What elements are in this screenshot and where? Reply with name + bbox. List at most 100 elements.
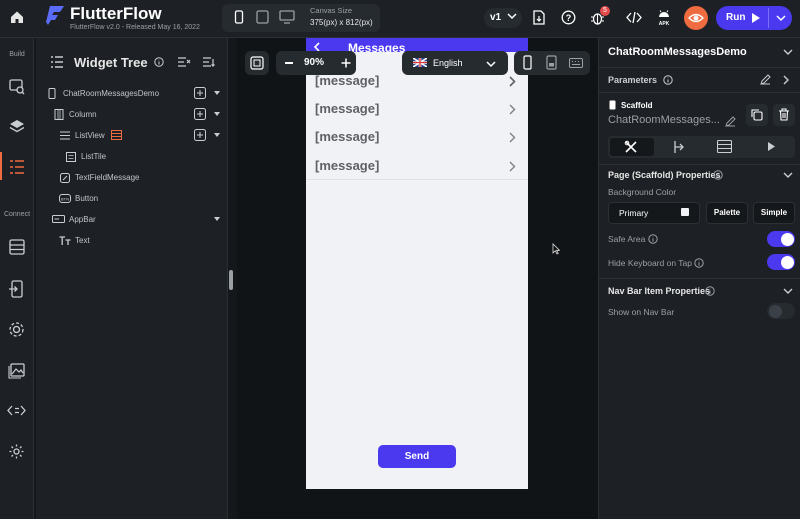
- send-button[interactable]: Send: [378, 445, 456, 468]
- svg-text:APK: APK: [659, 21, 670, 26]
- scaffold-label: Scaffold: [621, 101, 653, 110]
- info-icon[interactable]: [713, 170, 723, 180]
- page-selector-icon[interactable]: [8, 78, 26, 96]
- keyboard-icon[interactable]: [569, 58, 583, 68]
- column-node-icon: [54, 109, 64, 120]
- scaffold-name: ChatRoomMessages...: [608, 114, 720, 126]
- run-label: Run: [726, 12, 746, 23]
- textfield-node-icon: [60, 173, 70, 183]
- expand-arrow-icon[interactable]: [214, 91, 220, 95]
- add-child-icon[interactable]: [194, 129, 206, 141]
- color-swatch: [681, 208, 689, 216]
- phone-device-icon[interactable]: [234, 10, 244, 24]
- tablet-device-icon[interactable]: [256, 10, 269, 24]
- tree-item-listtile[interactable]: ListTile: [81, 152, 106, 161]
- desktop-device-icon[interactable]: [279, 10, 295, 24]
- chevron-down-icon[interactable]: [783, 172, 793, 179]
- tree-item-chatroommessagesdemo[interactable]: ChatRoomMessagesDemo: [63, 89, 159, 98]
- safe-area-toggle[interactable]: [767, 231, 795, 247]
- panel-resize-handle[interactable]: [229, 270, 233, 290]
- tab-backend-query-icon[interactable]: [717, 140, 732, 153]
- expand-arrow-icon[interactable]: [214, 217, 220, 221]
- tree-item-column[interactable]: Column: [69, 110, 97, 119]
- media-assets-icon[interactable]: [8, 361, 26, 379]
- app-bar: [306, 38, 528, 52]
- divider: [599, 67, 800, 68]
- zoom-out-icon[interactable]: [285, 62, 293, 64]
- message-text: [message]: [315, 158, 380, 173]
- custom-code-icon[interactable]: [7, 403, 26, 418]
- widget-tree-icon[interactable]: [8, 158, 26, 176]
- chevron-right-icon: [509, 161, 516, 172]
- divider: [599, 92, 800, 93]
- message-text: [message]: [315, 73, 380, 88]
- expand-arrow-icon[interactable]: [214, 133, 220, 137]
- app-bar-title: Messages: [348, 41, 406, 55]
- home-icon[interactable]: [10, 10, 24, 24]
- api-calls-icon[interactable]: [8, 280, 26, 298]
- palette-button[interactable]: Palette: [706, 202, 748, 224]
- expand-arrow-icon[interactable]: [214, 112, 220, 116]
- tree-item-textfieldmessage[interactable]: TextFieldMessage: [75, 173, 139, 182]
- properties-tools-icon: [624, 140, 638, 154]
- nav-bar-properties-label: Nav Bar Item Properties: [608, 286, 711, 296]
- hide-keyboard-toggle[interactable]: [767, 254, 795, 270]
- run-options-chevron-icon[interactable]: [776, 15, 786, 22]
- show-on-nav-bar-toggle[interactable]: [767, 303, 795, 319]
- toggle-knob: [780, 232, 794, 246]
- active-rail-indicator: [0, 152, 2, 180]
- chevron-right-icon: [509, 132, 516, 143]
- widget-tree-title-icon: [50, 55, 64, 69]
- text-node-icon: [59, 236, 71, 246]
- help-icon[interactable]: ?: [561, 10, 576, 25]
- add-child-icon[interactable]: [194, 87, 206, 99]
- app-settings-icon[interactable]: [8, 443, 25, 460]
- phone-preview-icon[interactable]: [523, 55, 532, 70]
- database-icon[interactable]: [8, 238, 26, 256]
- settings-gear-icon[interactable]: [7, 320, 26, 339]
- info-icon[interactable]: [705, 286, 715, 296]
- download-file-icon[interactable]: [532, 10, 546, 25]
- code-icon[interactable]: [626, 11, 642, 24]
- generate-dynamic-children-icon[interactable]: [111, 130, 122, 140]
- background-color-value: Primary: [619, 208, 649, 218]
- edit-name-icon[interactable]: [725, 116, 736, 127]
- divider: [599, 278, 800, 279]
- layers-icon[interactable]: [8, 118, 26, 136]
- tree-item-button[interactable]: Button: [75, 194, 98, 203]
- page-node-icon: [48, 88, 56, 99]
- info-icon[interactable]: [154, 57, 164, 67]
- info-icon[interactable]: [663, 75, 673, 85]
- zoom-in-icon[interactable]: [341, 58, 351, 68]
- simple-button[interactable]: Simple: [753, 202, 795, 224]
- divider: [599, 164, 800, 165]
- selected-page-name: ChatRoomMessagesDemo: [608, 46, 747, 58]
- tree-item-listview[interactable]: ListView: [75, 131, 105, 140]
- preview-button[interactable]: [684, 6, 708, 30]
- info-icon[interactable]: [648, 234, 658, 244]
- add-child-icon[interactable]: [194, 108, 206, 120]
- chevron-right-icon[interactable]: [783, 75, 790, 85]
- uk-flag-icon: [413, 58, 427, 67]
- tab-animations-icon[interactable]: [767, 141, 776, 152]
- chevron-down-icon[interactable]: [783, 288, 793, 295]
- canvas-size-value: 375(px) x 812(px): [310, 18, 373, 27]
- message-text: [message]: [315, 129, 380, 144]
- chevron-down-icon[interactable]: [783, 49, 793, 56]
- tab-actions-icon[interactable]: [672, 140, 686, 154]
- sort-tree-icon[interactable]: [202, 56, 216, 68]
- select-box-icon: [250, 56, 264, 70]
- language-label: English: [433, 58, 463, 68]
- listview-node-icon: [60, 131, 70, 140]
- flutterflow-logo-icon: [44, 4, 66, 26]
- tree-item-text[interactable]: Text: [75, 236, 90, 245]
- toggle-knob: [768, 304, 782, 318]
- tree-item-appbar[interactable]: AppBar: [69, 215, 96, 224]
- release-note: FlutterFlow v2.0 - Released May 16, 2022: [70, 24, 200, 31]
- info-icon[interactable]: [694, 258, 704, 268]
- keyboard-toggle-icon[interactable]: [546, 55, 557, 70]
- hide-keyboard-label: Hide Keyboard on Tap: [608, 258, 692, 268]
- android-apk-icon[interactable]: APK: [656, 9, 672, 26]
- collapse-all-icon[interactable]: [177, 56, 191, 68]
- edit-parameters-icon[interactable]: [760, 74, 771, 85]
